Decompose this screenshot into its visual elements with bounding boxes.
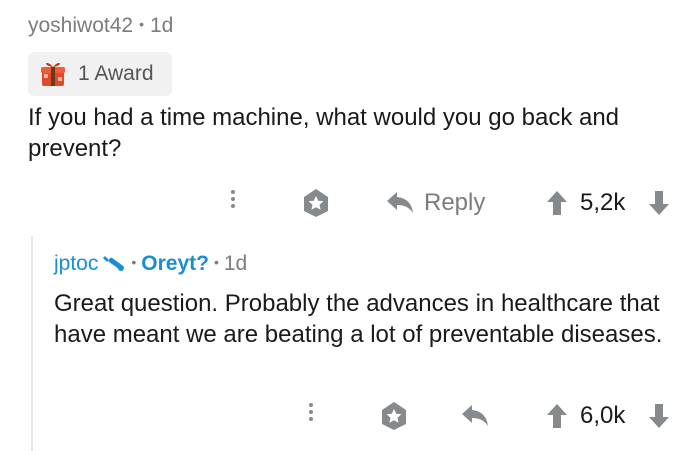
meta-separator: • — [213, 254, 219, 270]
reply-age: 1d — [223, 252, 248, 275]
wrench-mod-icon — [102, 253, 126, 273]
gift-award-icon — [38, 59, 68, 89]
reply-action-bar: 6,0k — [0, 396, 700, 436]
comment-username[interactable]: yoshiwot42 — [28, 14, 133, 37]
reply-arrow-icon[interactable] — [385, 190, 415, 216]
top-comment: yoshiwot42 • 1d 1 Award If you had a time … — [0, 0, 700, 451]
more-options-icon[interactable] — [228, 187, 238, 217]
upvote-arrow-icon[interactable] — [546, 190, 568, 216]
meta-separator: • — [139, 16, 144, 32]
save-star-icon[interactable] — [300, 187, 332, 219]
reply-body: Great question. Probably the advances in… — [54, 290, 663, 348]
downvote-arrow-icon[interactable] — [648, 190, 670, 216]
reply-button[interactable]: Reply — [424, 189, 485, 217]
more-options-icon[interactable] — [306, 400, 316, 430]
award-badge[interactable]: 1 Award — [28, 52, 172, 96]
meta-separator: • — [131, 254, 137, 270]
reply-arrow-icon[interactable] — [460, 403, 490, 429]
comment-age: 1d — [149, 14, 174, 37]
reply-meta: jptoc • Oreyt? • 1d — [54, 252, 247, 276]
reply-username[interactable]: jptoc — [54, 252, 98, 275]
save-star-icon[interactable] — [378, 400, 410, 432]
downvote-arrow-icon[interactable] — [648, 403, 670, 429]
comment-score: 5,2k — [580, 189, 626, 216]
comment-body: If you had a time machine, what would yo… — [28, 104, 620, 162]
upvote-arrow-icon[interactable] — [546, 403, 568, 429]
user-flair: Oreyt? — [141, 252, 209, 275]
reply-score: 6,0k — [580, 402, 626, 429]
award-label: 1 Award — [78, 62, 154, 85]
comment-action-bar: Reply 5,2k — [0, 183, 700, 223]
comment-meta: yoshiwot42 • 1d — [28, 14, 173, 38]
